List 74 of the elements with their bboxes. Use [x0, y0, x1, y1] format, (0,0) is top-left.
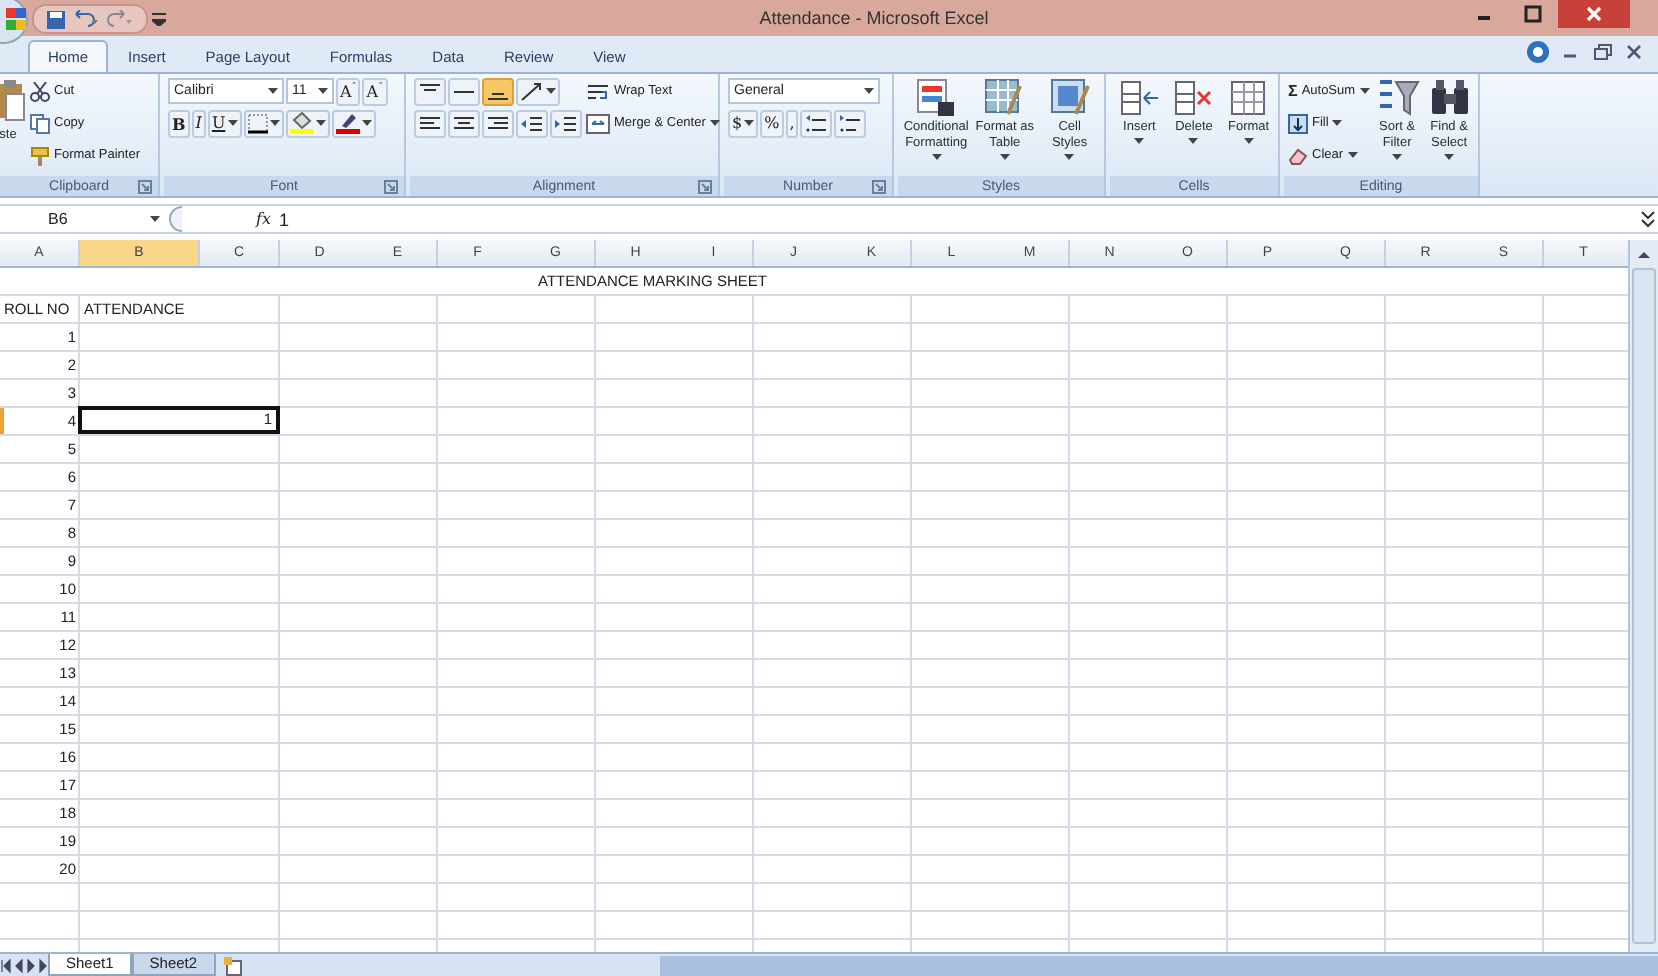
border-icon [247, 113, 268, 133]
window-title: Attendance - Microsoft Excel [757, 6, 991, 28]
vertical-scrollbar[interactable] [1628, 240, 1658, 952]
increase-decimal-icon [804, 113, 829, 133]
comma-style-button[interactable]: , [785, 109, 799, 137]
format-cells-icon [1228, 78, 1269, 118]
align-right-icon [486, 113, 510, 133]
toolbar-button[interactable] [482, 109, 514, 137]
percent-button[interactable]: % [760, 109, 784, 137]
decrease-indent-icon [520, 113, 544, 133]
dialog-launcher-icon[interactable] [138, 179, 152, 193]
align-left-icon [418, 113, 442, 133]
toolbar-button[interactable] [516, 109, 548, 137]
copy-icon [30, 113, 50, 133]
currency-button[interactable]: $ [728, 109, 759, 137]
increase-indent-icon [554, 113, 578, 133]
caret-icon [268, 88, 278, 94]
restore-icon[interactable] [1590, 40, 1614, 64]
scissors-icon [30, 81, 50, 101]
dialog-launcher-icon[interactable] [698, 179, 712, 193]
align-center-icon [452, 113, 476, 133]
insert-function-button[interactable]: fx [256, 210, 271, 228]
customize-toolbar-icon[interactable] [152, 12, 166, 26]
sort-filter-icon [1375, 78, 1420, 118]
decrease-decimal-icon [838, 113, 863, 133]
merge-cells-icon [586, 113, 610, 133]
toolbar-button[interactable] [331, 109, 376, 137]
text-orientation-icon [520, 81, 544, 101]
paint-bucket-icon [289, 112, 314, 134]
scroll-thumb[interactable] [1632, 268, 1656, 944]
italic-button[interactable]: I [191, 109, 206, 137]
caret-icon [318, 88, 328, 94]
clipboard-icon [0, 78, 26, 126]
table-icon [984, 78, 1025, 118]
paintbrush-icon [30, 145, 50, 165]
align-button[interactable] [516, 77, 560, 105]
toolbar-button[interactable] [800, 109, 833, 137]
underline-button[interactable]: U [207, 109, 242, 137]
eraser-icon [1288, 145, 1308, 165]
caret-icon [150, 216, 160, 222]
fill-down-icon [1288, 113, 1308, 133]
delete-cells-icon [1173, 78, 1214, 118]
shrink-font-button[interactable]: A$^{ˇ}$ [362, 77, 388, 105]
align-button[interactable] [448, 77, 480, 105]
toolbar-button[interactable] [243, 109, 284, 137]
insert-cells-icon [1119, 78, 1160, 118]
toolbar-button[interactable] [550, 109, 582, 137]
cell-styles-icon [1049, 78, 1090, 118]
wrap-text-icon [586, 81, 610, 101]
align-button[interactable] [482, 77, 514, 105]
close-icon[interactable] [1622, 40, 1646, 64]
undo-icon[interactable] [72, 9, 100, 29]
caret-icon [864, 88, 874, 94]
insert-sheet-icon[interactable] [219, 956, 248, 976]
save-icon[interactable] [46, 9, 66, 29]
font-color-icon [335, 112, 360, 134]
help-icon[interactable] [1526, 40, 1550, 64]
dialog-launcher-icon[interactable] [384, 179, 398, 193]
conditional-formatting-icon [916, 78, 957, 118]
expand-icon[interactable] [1638, 206, 1658, 232]
horizontal-scrollbar[interactable] [659, 956, 1658, 976]
bold-button[interactable]: B [168, 109, 190, 137]
grow-font-button[interactable]: A$^{ˆ}$ [336, 77, 361, 105]
align-button[interactable] [414, 77, 446, 105]
dialog-launcher-icon[interactable] [872, 179, 886, 193]
toolbar-button[interactable] [448, 109, 480, 137]
toolbar-button[interactable] [414, 109, 446, 137]
binoculars-icon [1427, 78, 1472, 118]
name-box[interactable]: B6 [0, 210, 168, 228]
sheet-navigation-icon[interactable] [0, 956, 48, 976]
formula-field[interactable]: 1 [278, 209, 1638, 229]
toolbar-button[interactable] [834, 109, 867, 137]
splitter-handle-icon[interactable] [168, 206, 184, 232]
close-icon[interactable] [1558, 0, 1630, 28]
